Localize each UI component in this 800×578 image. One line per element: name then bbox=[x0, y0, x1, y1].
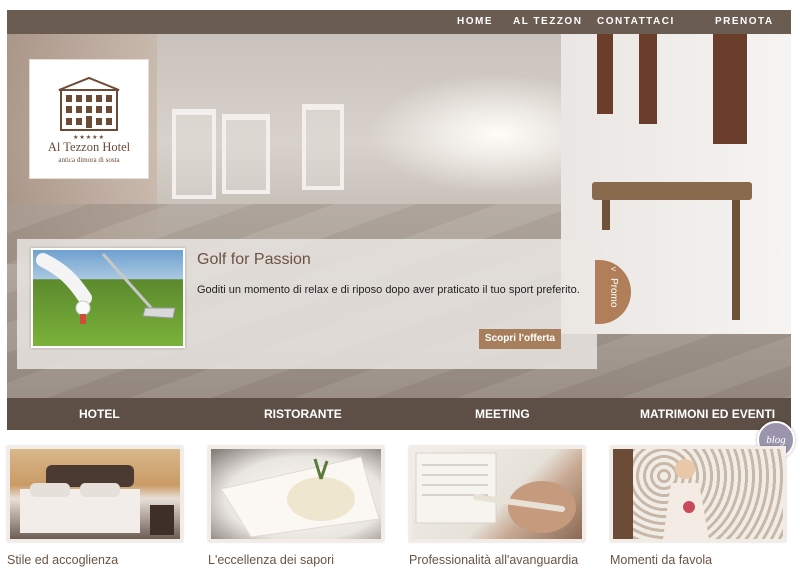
risotto-photo bbox=[208, 446, 384, 542]
hero-slideshow: ★★★★★ Al Tezzon Hotel antica dimora di s… bbox=[7, 34, 791, 398]
bed-icon bbox=[20, 465, 174, 535]
top-nav-contattaci[interactable]: CONTATTACI bbox=[597, 10, 675, 34]
main-nav: HOTEL RISTORANTE MEETING MATRIMONI ED EV… bbox=[7, 398, 791, 430]
hotel-subtitle: antica dimora di sosta bbox=[58, 156, 120, 164]
feature-card-caption[interactable]: L'eccellenza dei sapori bbox=[208, 553, 334, 567]
promo-tab-label: Promo bbox=[608, 278, 619, 308]
main-nav-meeting[interactable]: MEETING bbox=[475, 398, 530, 430]
risotto-dish-icon bbox=[220, 456, 380, 538]
promo-golf-image[interactable] bbox=[31, 248, 185, 348]
top-nav-prenota[interactable]: PRENOTA bbox=[715, 10, 774, 34]
bedroom-photo bbox=[7, 446, 183, 542]
top-nav: HOME AL TEZZON CONTATTACI PRENOTA bbox=[7, 10, 791, 34]
promo-title: Golf for Passion bbox=[197, 251, 311, 268]
top-nav-home[interactable]: HOME bbox=[457, 10, 493, 34]
chevron-left-icon: < bbox=[611, 264, 617, 274]
promo-offer-button[interactable]: Scopri l'offerta bbox=[479, 329, 561, 349]
hero-bench-leg bbox=[732, 200, 740, 320]
main-nav-matrimoni-ed-eventi[interactable]: MATRIMONI ED EVENTI bbox=[640, 398, 775, 430]
bride-icon bbox=[613, 449, 709, 539]
feature-card-caption[interactable]: Stile ed accoglienza bbox=[7, 553, 118, 567]
feature-card-caption[interactable]: Momenti da favola bbox=[610, 553, 712, 567]
hero-chair bbox=[172, 109, 216, 199]
meeting-photo bbox=[409, 446, 585, 542]
hotel-logo[interactable]: ★★★★★ Al Tezzon Hotel antica dimora di s… bbox=[29, 59, 149, 179]
promo-panel: Golf for Passion Goditi un momento di re… bbox=[17, 239, 597, 369]
hero-chair bbox=[302, 104, 344, 190]
promo-text: Goditi un momento di relax e di riposo d… bbox=[197, 284, 580, 296]
writing-hand-icon bbox=[415, 452, 576, 533]
hero-shutter bbox=[597, 34, 613, 114]
main-nav-hotel[interactable]: HOTEL bbox=[79, 398, 120, 430]
hero-shutter bbox=[713, 34, 747, 144]
hotel-building-icon bbox=[58, 76, 120, 131]
feature-card-caption[interactable]: Professionalità all'avanguardia bbox=[409, 553, 578, 567]
bride-photo bbox=[610, 446, 786, 542]
top-nav-al-tezzon[interactable]: AL TEZZON bbox=[513, 10, 582, 34]
hero-bench bbox=[592, 182, 752, 200]
hotel-name: Al Tezzon Hotel bbox=[47, 140, 131, 154]
main-nav-ristorante[interactable]: RISTORANTE bbox=[264, 398, 342, 430]
hero-shutter bbox=[639, 34, 657, 124]
hero-chair bbox=[222, 114, 270, 194]
golf-club-icon bbox=[36, 253, 176, 324]
hero-bench-leg bbox=[602, 200, 610, 230]
